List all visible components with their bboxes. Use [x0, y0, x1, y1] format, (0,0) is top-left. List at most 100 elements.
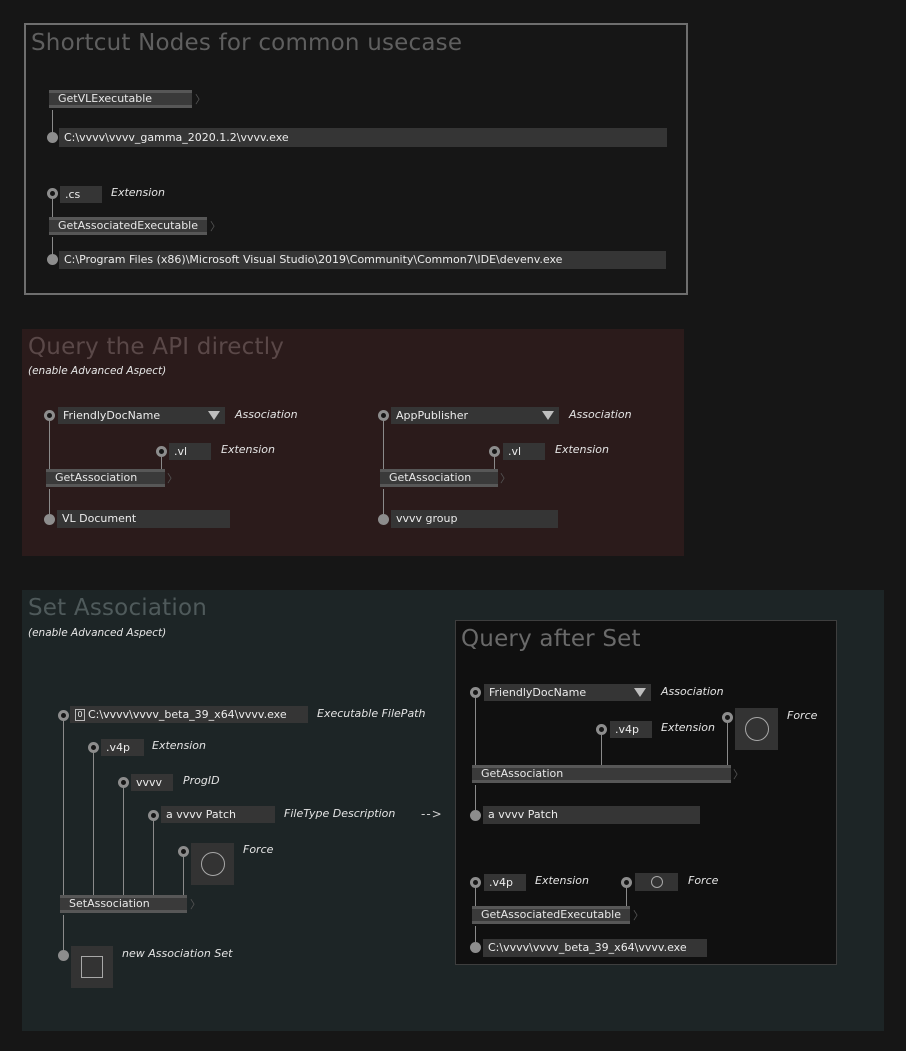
filepath-input-pin[interactable]: [58, 710, 69, 721]
filetype-input[interactable]: a vvvv Patch: [161, 806, 275, 823]
result-toggle[interactable]: [71, 946, 113, 988]
force-input-pin[interactable]: [178, 846, 189, 857]
extension-input[interactable]: .v4p: [610, 721, 652, 738]
extension-label: Extension: [555, 443, 610, 456]
query-group-title: Query the API directly: [28, 334, 285, 360]
dropdown-triangle-icon[interactable]: [208, 411, 220, 420]
wire: [52, 237, 53, 255]
association-enum[interactable]: FriendlyDocName: [58, 407, 225, 424]
association-input-pin[interactable]: [470, 687, 481, 698]
extension-input-pin[interactable]: [596, 724, 607, 735]
wire: [183, 857, 184, 895]
association-output[interactable]: a vvvv Patch: [483, 806, 700, 824]
node-chevron-icon: 〉: [500, 472, 511, 485]
force-input-pin[interactable]: [621, 877, 632, 888]
get-associated-executable-node[interactable]: GetAssociatedExecutable: [49, 217, 207, 235]
extension-label: Extension: [152, 739, 207, 752]
node-chevron-icon: 〉: [210, 220, 221, 233]
wire: [123, 788, 124, 895]
association-output[interactable]: VL Document: [57, 510, 230, 528]
vl-executable-output[interactable]: C:\vvvv\vvvv_gamma_2020.1.2\vvvv.exe: [59, 128, 667, 147]
extension-input[interactable]: .vl: [503, 443, 545, 460]
get-association-node[interactable]: GetAssociation: [472, 765, 731, 783]
node-chevron-icon: 〉: [733, 768, 744, 781]
extension-input[interactable]: .v4p: [484, 874, 526, 891]
association-output[interactable]: vvvv group: [391, 510, 558, 528]
file-icon[interactable]: 0: [75, 709, 85, 721]
force-bang[interactable]: [735, 708, 778, 750]
association-label: Association: [235, 408, 298, 421]
force-label: Force: [688, 874, 719, 887]
wire: [383, 489, 384, 514]
dropdown-triangle-icon[interactable]: [542, 411, 554, 420]
association-enum[interactable]: FriendlyDocName: [484, 684, 651, 701]
association-enum-value: FriendlyDocName: [63, 409, 161, 422]
get-vl-executable-node[interactable]: GetVLExecutable: [49, 90, 192, 108]
get-associated-executable-node[interactable]: GetAssociatedExecutable: [472, 906, 630, 924]
progid-input[interactable]: vvvv: [131, 774, 173, 791]
force-label: Force: [243, 843, 274, 856]
wire: [63, 721, 64, 895]
association-label: Association: [661, 685, 724, 698]
wire: [153, 821, 154, 895]
association-enum[interactable]: AppPublisher: [391, 407, 559, 424]
output-pin[interactable]: [470, 942, 481, 953]
output-pin[interactable]: [58, 950, 69, 961]
wire: [626, 888, 627, 906]
wire: [727, 723, 728, 765]
extension-label: Extension: [661, 721, 716, 734]
output-pin[interactable]: [47, 132, 58, 143]
wire: [475, 926, 476, 942]
association-input-pin[interactable]: [44, 410, 55, 421]
extension-label: Extension: [221, 443, 276, 456]
wire: [161, 457, 162, 469]
extension-input[interactable]: .vl: [169, 443, 211, 460]
query-after-title: Query after Set: [461, 626, 641, 652]
wire: [494, 457, 495, 469]
associated-executable-output[interactable]: C:\Program Files (x86)\Microsoft Visual …: [59, 251, 666, 269]
get-association-node[interactable]: GetAssociation: [46, 469, 165, 487]
set-group-subtitle: (enable Advanced Aspect): [28, 627, 167, 639]
extension-input-pin[interactable]: [156, 446, 167, 457]
extension-label: Extension: [535, 874, 590, 887]
extension-input[interactable]: .v4p: [101, 739, 144, 756]
association-input-pin[interactable]: [378, 410, 389, 421]
output-pin[interactable]: [378, 514, 389, 525]
wire: [475, 888, 476, 906]
force-bang[interactable]: [635, 873, 678, 891]
associated-executable-output[interactable]: C:\vvvv\vvvv_beta_39_x64\vvvv.exe: [483, 939, 707, 957]
association-enum-value: FriendlyDocName: [489, 686, 587, 699]
filepath-input[interactable]: 0 C:\vvvv\vvvv_beta_39_x64\vvvv.exe: [70, 706, 308, 723]
bang-circle-icon: [745, 717, 769, 741]
bang-circle-icon: [201, 852, 225, 876]
extension-input-pin[interactable]: [470, 877, 481, 888]
toggle-square-icon: [81, 956, 103, 978]
extension-input[interactable]: .cs: [60, 186, 102, 203]
node-chevron-icon: 〉: [633, 909, 644, 922]
wire: [52, 110, 53, 132]
extension-input-pin[interactable]: [47, 188, 58, 199]
association-enum-value: AppPublisher: [396, 409, 468, 422]
arrow-label: -->: [421, 807, 443, 821]
wire: [49, 421, 50, 469]
wire: [93, 753, 94, 895]
bang-circle-icon: [651, 876, 663, 888]
progid-input-pin[interactable]: [118, 777, 129, 788]
set-association-node[interactable]: SetAssociation: [60, 895, 187, 913]
extension-input-pin[interactable]: [489, 446, 500, 457]
node-chevron-icon: 〉: [167, 472, 178, 485]
filetype-input-pin[interactable]: [148, 810, 159, 821]
output-pin[interactable]: [44, 514, 55, 525]
output-pin[interactable]: [47, 254, 58, 265]
result-label: new Association Set: [122, 947, 233, 960]
dropdown-triangle-icon[interactable]: [634, 688, 646, 697]
force-input-pin[interactable]: [722, 712, 733, 723]
wire: [601, 735, 602, 765]
force-bang[interactable]: [191, 843, 234, 885]
extension-label: Extension: [111, 186, 166, 199]
get-association-node[interactable]: GetAssociation: [380, 469, 498, 487]
extension-input-pin[interactable]: [88, 742, 99, 753]
shortcut-group-title: Shortcut Nodes for common usecase: [31, 30, 463, 56]
output-pin[interactable]: [470, 810, 481, 821]
association-label: Association: [569, 408, 632, 421]
